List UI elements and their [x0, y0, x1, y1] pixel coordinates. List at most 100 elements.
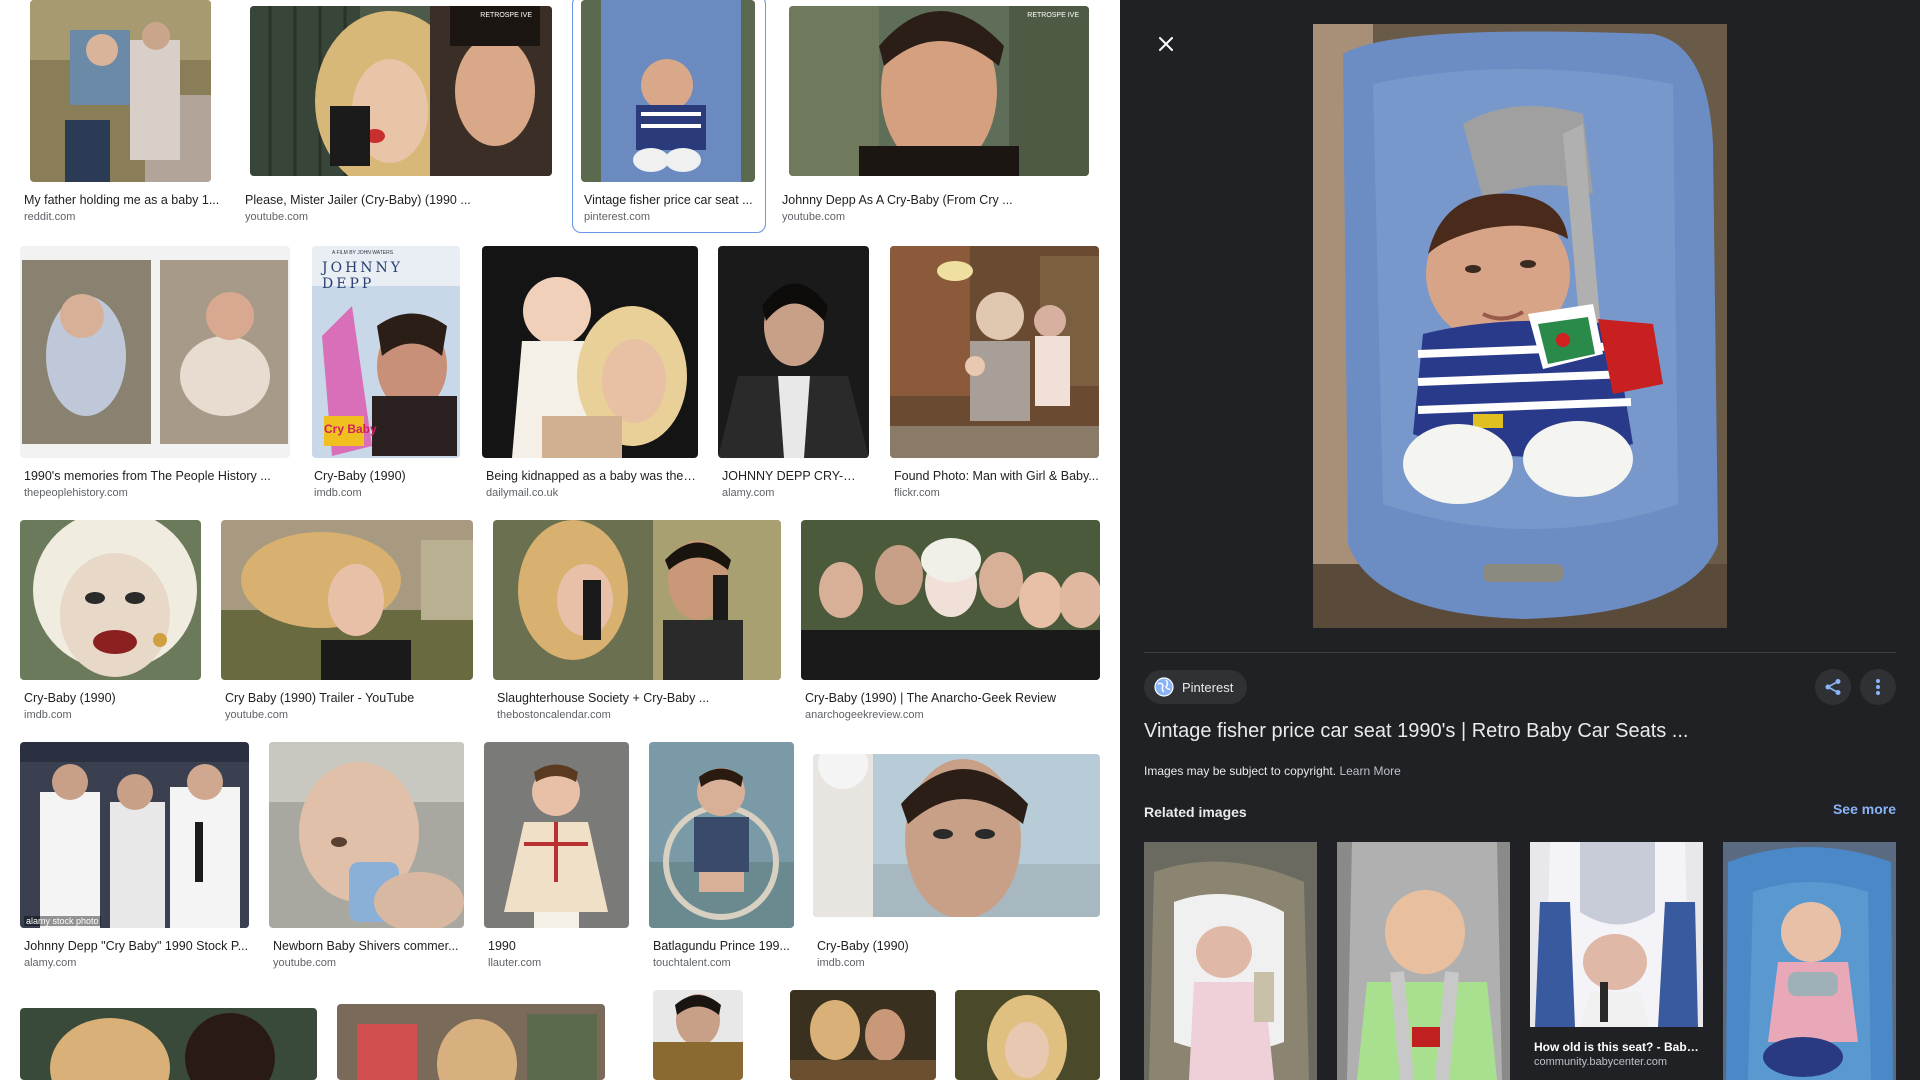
result-thumbnail[interactable]: [484, 742, 629, 928]
watermark-text: RETROSPE IVE: [480, 12, 532, 19]
result-thumbnail[interactable]: [482, 246, 698, 458]
result-card[interactable]: A FILM BY JOHN WATERS JOHNNY DEPP Cry Ba…: [310, 246, 462, 502]
globe-icon: [1154, 677, 1174, 697]
result-title[interactable]: Cry-Baby (1990): [24, 690, 202, 706]
result-card[interactable]: My father holding me as a baby 1... redd…: [20, 0, 225, 230]
result-card[interactable]: RETROSPE IVE Johnny Depp As A Cry-Baby (…: [778, 0, 1100, 230]
result-thumbnail[interactable]: [581, 0, 755, 182]
result-card[interactable]: JOHNNY DEPP CRY-BA... alamy.com: [718, 246, 870, 502]
result-title[interactable]: JOHNNY DEPP CRY-BA...: [722, 468, 862, 484]
result-thumbnail[interactable]: alamy stock photo: [20, 742, 249, 928]
result-source: alamy.com: [24, 957, 77, 969]
result-thumbnail[interactable]: [653, 990, 743, 1080]
result-title[interactable]: Cry-Baby (1990): [817, 938, 1101, 954]
result-title[interactable]: My father holding me as a baby 1...: [24, 192, 224, 208]
result-card[interactable]: Cry-Baby (1990) imdb.com: [20, 520, 202, 726]
result-source: youtube.com: [245, 211, 308, 223]
result-card[interactable]: [20, 990, 318, 1080]
source-chip[interactable]: Pinterest: [1144, 670, 1248, 704]
related-source: community.babycenter.com: [1534, 1056, 1668, 1068]
result-thumbnail[interactable]: [30, 0, 211, 182]
result-card[interactable]: Newborn Baby Shivers commer... youtube.c…: [269, 742, 464, 974]
image-results-grid: My father holding me as a baby 1... redd…: [0, 0, 1120, 1080]
result-card[interactable]: Batlagundu Prince 199... touchtalent.com: [649, 742, 795, 974]
copyright-notice: Images may be subject to copyright. Lear…: [1144, 764, 1401, 778]
result-source: pinterest.com: [584, 211, 651, 223]
result-thumbnail[interactable]: [20, 1008, 317, 1080]
result-thumbnail[interactable]: [337, 1004, 605, 1080]
image-viewer-panel: Pinterest Vintage fisher price car seat …: [1120, 0, 1920, 1080]
result-card[interactable]: Cry-Baby (1990) | The Anarcho-Geek Revie…: [801, 520, 1101, 726]
related-images-heading: Related images: [1144, 804, 1247, 820]
result-title[interactable]: Cry-Baby (1990): [314, 468, 459, 484]
watermark-text: RETROSPE IVE: [1027, 12, 1079, 19]
related-image[interactable]: How old is this seat? - Baby... communit…: [1530, 842, 1703, 1080]
result-card[interactable]: alamy stock photo Johnny Depp "Cry Baby"…: [20, 742, 250, 974]
more-vert-icon: [1875, 678, 1881, 696]
learn-more-link[interactable]: Learn More: [1339, 764, 1400, 778]
result-card[interactable]: RETROSPE IVE Please, Mister Jailer (Cry-…: [241, 0, 559, 230]
result-title[interactable]: Being kidnapped as a baby was the ...: [486, 468, 696, 484]
result-thumbnail[interactable]: [649, 742, 794, 928]
more-options-button[interactable]: [1860, 669, 1896, 705]
result-card[interactable]: Being kidnapped as a baby was the ... da…: [482, 246, 698, 502]
result-thumbnail[interactable]: RETROSPE IVE: [789, 6, 1089, 176]
result-thumbnail[interactable]: [20, 520, 201, 680]
result-source: llauter.com: [488, 957, 542, 969]
related-image[interactable]: [1337, 842, 1510, 1080]
result-card[interactable]: [337, 990, 606, 1080]
result-thumbnail[interactable]: [269, 742, 464, 928]
result-card[interactable]: [625, 990, 771, 1080]
result-title[interactable]: 1990's memories from The People History …: [24, 468, 286, 484]
result-title[interactable]: Please, Mister Jailer (Cry-Baby) (1990 .…: [245, 192, 545, 208]
preview-image[interactable]: [1313, 24, 1727, 628]
result-card[interactable]: 1990's memories from The People History …: [20, 246, 290, 502]
result-title[interactable]: Johnny Depp "Cry Baby" 1990 Stock P...: [24, 938, 249, 954]
result-thumbnail[interactable]: [718, 246, 869, 458]
result-title[interactable]: Vintage fisher price car seat ...: [584, 192, 760, 208]
result-card[interactable]: 1990 llauter.com: [484, 742, 630, 974]
result-thumbnail[interactable]: [790, 990, 936, 1080]
result-card[interactable]: [790, 990, 936, 1080]
see-more-link[interactable]: See more: [1833, 801, 1896, 817]
related-image[interactable]: [1723, 842, 1896, 1080]
related-caption: How old is this seat? - Baby... communit…: [1534, 1040, 1699, 1068]
result-title[interactable]: Slaughterhouse Society + Cry-Baby ...: [497, 690, 781, 706]
result-card[interactable]: Slaughterhouse Society + Cry-Baby ... th…: [493, 520, 781, 726]
result-title[interactable]: Batlagundu Prince 199...: [653, 938, 793, 954]
result-card[interactable]: Found Photo: Man with Girl & Baby... fli…: [890, 246, 1100, 502]
result-title[interactable]: Cry-Baby (1990) | The Anarcho-Geek Revie…: [805, 690, 1100, 706]
result-source: imdb.com: [817, 957, 865, 969]
result-title[interactable]: Newborn Baby Shivers commer...: [273, 938, 463, 954]
result-source: imdb.com: [24, 709, 72, 721]
close-button[interactable]: [1150, 28, 1182, 60]
related-image[interactable]: [1144, 842, 1317, 1080]
result-source: imdb.com: [314, 487, 362, 499]
result-title[interactable]: Found Photo: Man with Girl & Baby...: [894, 468, 1099, 484]
result-card[interactable]: [955, 990, 1101, 1080]
result-card-selected[interactable]: Vintage fisher price car seat ... pinter…: [572, 0, 766, 233]
result-thumbnail[interactable]: [221, 520, 473, 680]
close-icon: [1159, 37, 1173, 51]
result-source: youtube.com: [225, 709, 288, 721]
related-title[interactable]: How old is this seat? - Baby...: [1534, 1040, 1699, 1054]
result-title[interactable]: 1990: [488, 938, 628, 954]
result-thumbnail[interactable]: [20, 246, 290, 458]
result-thumbnail[interactable]: RETROSPE IVE: [250, 6, 552, 176]
result-thumbnail[interactable]: [813, 754, 1100, 917]
result-thumbnail[interactable]: A FILM BY JOHN WATERS JOHNNY DEPP Cry Ba…: [312, 246, 460, 458]
result-source: dailymail.co.uk: [486, 487, 559, 499]
share-button[interactable]: [1815, 669, 1851, 705]
result-card[interactable]: Cry-Baby (1990) imdb.com: [813, 742, 1101, 974]
result-title[interactable]: Johnny Depp As A Cry-Baby (From Cry ...: [782, 192, 1082, 208]
result-title[interactable]: Cry Baby (1990) Trailer - YouTube: [225, 690, 473, 706]
source-name: Pinterest: [1182, 679, 1234, 695]
result-card[interactable]: Cry Baby (1990) Trailer - YouTube youtub…: [221, 520, 473, 726]
result-thumbnail[interactable]: [890, 246, 1099, 458]
result-thumbnail[interactable]: [955, 990, 1100, 1080]
image-title[interactable]: Vintage fisher price car seat 1990's | R…: [1144, 720, 1688, 743]
result-thumbnail[interactable]: [801, 520, 1100, 680]
divider: [1144, 652, 1896, 653]
result-thumbnail[interactable]: [493, 520, 781, 680]
result-source: alamy.com: [722, 487, 775, 499]
